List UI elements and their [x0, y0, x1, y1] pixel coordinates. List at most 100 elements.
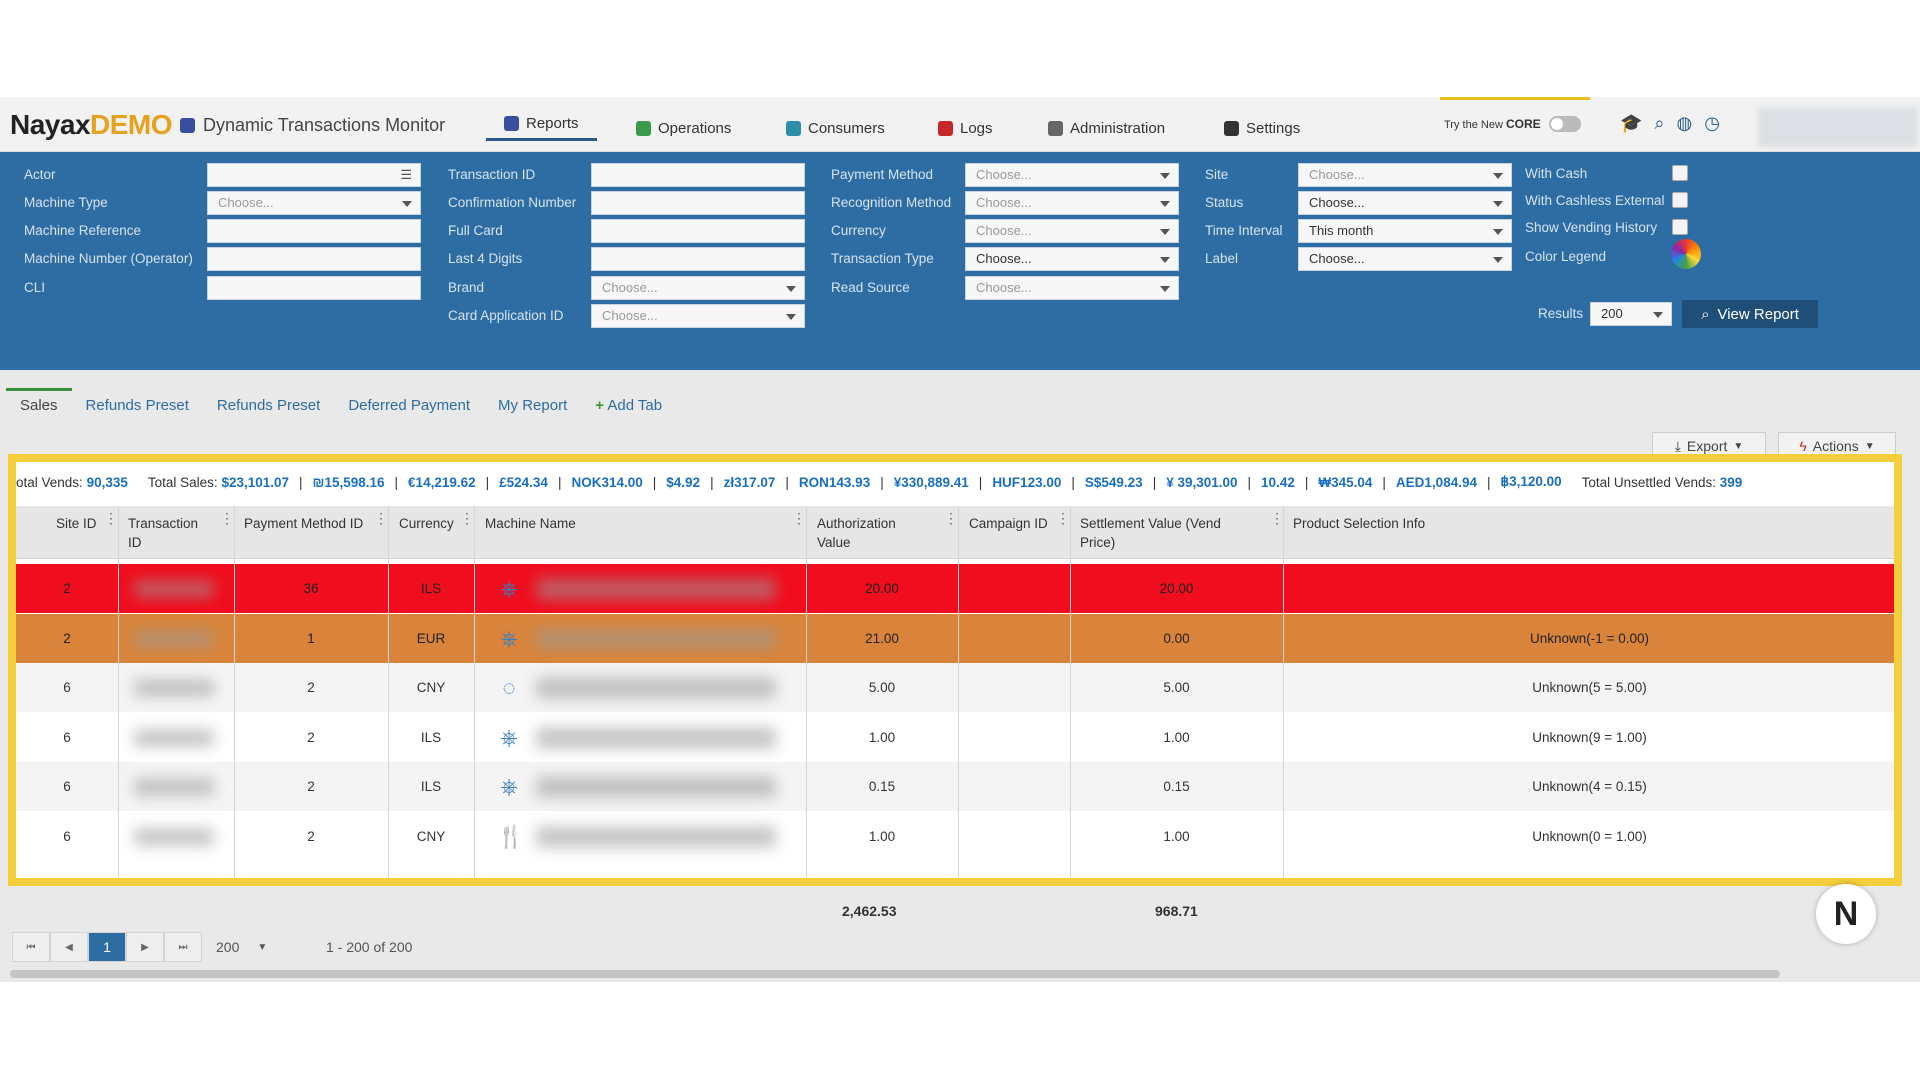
total-amount: NOK314.00: [571, 474, 643, 490]
nav-consumers[interactable]: Consumers: [786, 114, 885, 142]
nayax-logo[interactable]: NayaxDEMO: [10, 109, 173, 141]
globe-icon[interactable]: ◍: [1677, 113, 1693, 134]
table-row[interactable]: 6 2 CNY ◌ 5.00 5.00 Unknown(5 = 5.00): [16, 663, 1894, 712]
brand-select[interactable]: Choose...: [591, 276, 805, 300]
cli-field[interactable]: [207, 276, 421, 300]
settlement-value-cell: 0.15: [1163, 779, 1190, 794]
download-icon: ⤓: [1674, 437, 1681, 454]
transaction-type-select[interactable]: Choose...: [965, 247, 1179, 271]
machine-reference-field[interactable]: [207, 219, 421, 243]
table-row[interactable]: 6 2 ILS ⎈ 1.00 1.00 Unknown(9 = 1.00): [16, 712, 1894, 762]
card-app-id-select[interactable]: Choose...: [591, 304, 805, 328]
try-new-toggle[interactable]: [1548, 116, 1581, 132]
nav-logs[interactable]: Logs: [938, 114, 993, 142]
nav-reports[interactable]: Reports: [486, 109, 597, 141]
last4-label: Last 4 Digits: [448, 251, 523, 266]
user-profile-blurred[interactable]: [1758, 107, 1918, 147]
time-interval-select[interactable]: This month: [1298, 219, 1512, 243]
clock-icon[interactable]: ◷: [1704, 113, 1720, 134]
with-cash-checkbox[interactable]: [1672, 165, 1688, 181]
read-source-select[interactable]: Choose...: [965, 276, 1179, 300]
currency-cell: CNY: [416, 828, 446, 844]
machine-type-select[interactable]: Choose...: [207, 191, 421, 215]
nav-administration[interactable]: Administration: [1048, 114, 1165, 142]
currency-label: Currency: [831, 223, 886, 238]
lightning-icon: ϟ: [1799, 438, 1807, 454]
col-payment-method-id[interactable]: Payment Method ID: [244, 514, 364, 533]
nayax-assistant-icon[interactable]: N: [1816, 884, 1876, 944]
with-cashless-checkbox[interactable]: [1672, 192, 1688, 208]
nav-settings[interactable]: Settings: [1224, 114, 1300, 142]
authorization-value-cell: 20.00: [865, 581, 899, 596]
column-menu-icon[interactable]: ⋮: [1056, 510, 1070, 527]
col-campaign-id[interactable]: Campaign ID: [969, 514, 1049, 533]
confirmation-number-field[interactable]: [591, 191, 805, 215]
search-icon[interactable]: ⌕: [1654, 113, 1664, 134]
status-select[interactable]: Choose...: [1298, 191, 1512, 215]
payment-method-id-cell: 2: [307, 680, 315, 695]
current-page[interactable]: 1: [88, 932, 126, 962]
column-menu-icon[interactable]: ⋮: [460, 510, 474, 527]
next-page-icon[interactable]: ▶: [126, 932, 164, 962]
transaction-id-field[interactable]: [591, 163, 805, 187]
horizontal-scrollbar[interactable]: [10, 970, 1780, 978]
site-select[interactable]: Choose...: [1298, 163, 1512, 187]
view-report-button[interactable]: ⌕ View Report: [1682, 300, 1818, 328]
tab-deferred-payment[interactable]: Deferred Payment: [334, 391, 484, 421]
currency-select[interactable]: Choose...: [965, 219, 1179, 243]
table-row[interactable]: 2 36 ILS ⎈ 20.00 20.00: [16, 564, 1894, 613]
machine-name-redacted: [536, 627, 776, 650]
operations-icon: [636, 120, 651, 136]
site-id-cell: 2: [63, 630, 71, 646]
col-product-selection[interactable]: Product Selection Info: [1293, 514, 1425, 533]
tab-refunds-preset-2[interactable]: Refunds Preset: [203, 391, 334, 421]
tab-sales[interactable]: Sales: [6, 388, 72, 421]
add-tab-button[interactable]: + Add Tab: [581, 391, 676, 421]
list-icon[interactable]: ☰: [400, 164, 412, 186]
last-page-icon[interactable]: ⏭: [164, 932, 202, 962]
col-currency[interactable]: Currency: [399, 514, 454, 533]
total-sales-label: Total Sales:: [147, 474, 218, 490]
results-select[interactable]: 200: [1590, 302, 1672, 326]
wheel-icon: ⎈: [500, 576, 518, 601]
total-amount: AED1,084.94: [1395, 474, 1477, 490]
color-legend-wheel-icon[interactable]: [1671, 239, 1701, 269]
column-menu-icon[interactable]: ⋮: [104, 510, 118, 527]
label-select[interactable]: Choose...: [1298, 247, 1512, 271]
table-row[interactable]: 6 2 CNY 🍴 1.00 1.00 Unknown(0 = 1.00): [16, 811, 1894, 861]
confirmation-number-label: Confirmation Number: [448, 195, 577, 210]
col-settlement-value[interactable]: Settlement Value (Vend Price): [1080, 514, 1250, 552]
machine-number-field[interactable]: [207, 247, 421, 271]
full-card-field[interactable]: [591, 219, 805, 243]
graduation-cap-icon[interactable]: 🎓: [1620, 113, 1642, 134]
tab-my-report[interactable]: My Report: [484, 391, 581, 421]
column-menu-icon[interactable]: ⋮: [220, 510, 234, 527]
total-amount: £524.34: [499, 474, 548, 490]
prev-page-icon[interactable]: ◀: [50, 932, 88, 962]
col-authorization-value[interactable]: Authorization Value: [817, 514, 927, 552]
col-site-id[interactable]: Site ID: [56, 514, 106, 533]
column-menu-icon[interactable]: ⋮: [374, 510, 388, 527]
recognition-method-select[interactable]: Choose...: [965, 191, 1179, 215]
last4-field[interactable]: [591, 247, 805, 271]
actor-field[interactable]: ☰: [207, 163, 421, 187]
column-menu-icon[interactable]: ⋮: [792, 510, 806, 527]
first-page-icon[interactable]: ⏮: [12, 932, 50, 962]
table-row[interactable]: 2 1 EUR ⎈ 21.00 0.00 Unknown(-1 = 0.00): [16, 613, 1894, 663]
column-menu-icon[interactable]: ⋮: [944, 510, 958, 527]
nav-operations[interactable]: Operations: [636, 114, 731, 142]
total-amount: zł317.07: [723, 474, 776, 490]
payment-method-select[interactable]: Choose...: [965, 163, 1179, 187]
machine-name-redacted: [536, 726, 776, 749]
column-menu-icon[interactable]: ⋮: [1270, 510, 1284, 527]
show-vending-checkbox[interactable]: [1672, 219, 1688, 235]
page-size-select[interactable]: 200 ▼: [216, 939, 286, 955]
total-amount: ₩345.04: [1318, 474, 1373, 490]
col-transaction-id[interactable]: Transaction ID: [128, 514, 208, 552]
table-row[interactable]: 6 2 ILS ⎈ 0.15 0.15 Unknown(4 = 0.15): [16, 762, 1894, 811]
total-amount: €14,219.62: [408, 474, 476, 490]
col-machine-name[interactable]: Machine Name: [485, 514, 576, 533]
site-id-cell: 6: [63, 729, 71, 745]
tab-refunds-preset-1[interactable]: Refunds Preset: [72, 391, 203, 421]
pagination: ⏮ ◀ 1 ▶ ⏭ 200 ▼ 1 - 200 of 200: [12, 932, 412, 962]
